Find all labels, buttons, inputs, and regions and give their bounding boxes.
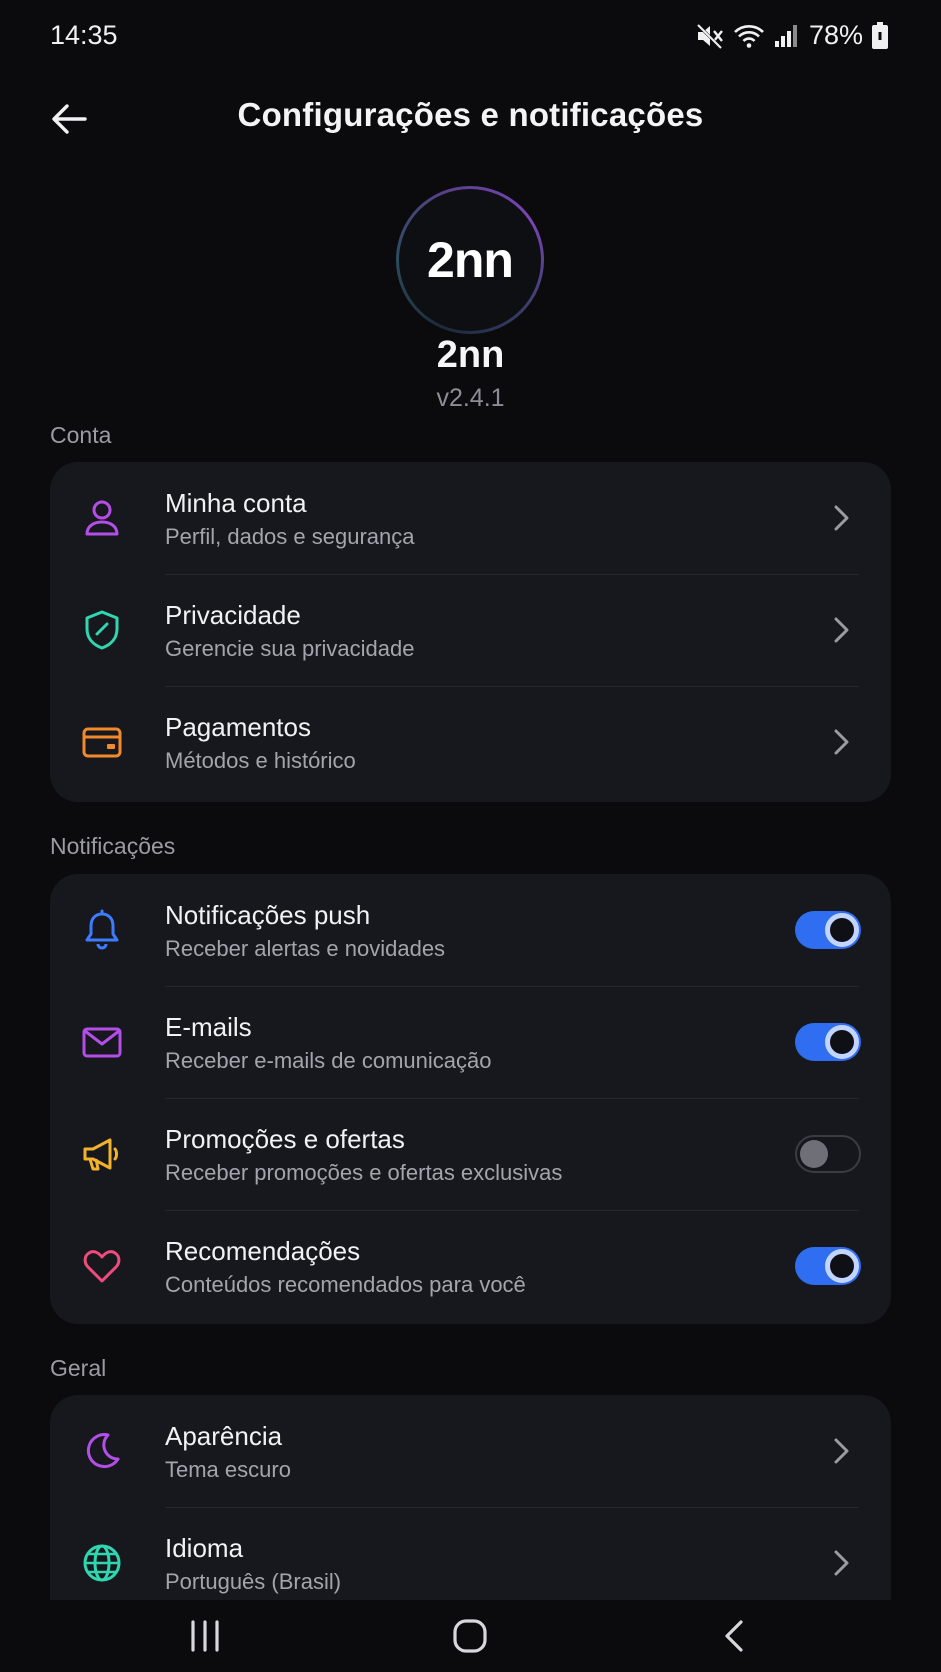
app-version: v2.4.1 [436, 384, 505, 412]
recent-apps-icon [191, 1620, 219, 1652]
mute-icon [695, 22, 725, 50]
settings-item-title: Aparência [165, 1421, 283, 1451]
notifications-card: Notificações push Receber alertas e novi… [50, 874, 891, 1324]
mail-icon [76, 1016, 128, 1068]
settings-item-subtitle: Perfil, dados e segurança [165, 524, 415, 549]
settings-item-subtitle: Receber alertas e novidades [165, 936, 446, 961]
general-card: Aparência Tema escuro Idioma Português (… [50, 1395, 891, 1600]
toggle-knob [800, 1140, 828, 1168]
app-name: 2nn [436, 334, 505, 376]
battery-icon [871, 21, 889, 50]
section-label-general: Geral [50, 1355, 107, 1381]
section-label-notifications: Notificações [50, 833, 176, 859]
signal-icon [773, 23, 801, 49]
back-icon [725, 1620, 743, 1652]
settings-item-subtitle: Métodos e histórico [165, 748, 356, 773]
settings-item-title: Privacidade [165, 600, 301, 630]
settings-item-title: Recomendações [165, 1236, 361, 1266]
account-card: Minha conta Perfil, dados e segurança Pr… [50, 462, 891, 802]
app-logo-text: 2nn [399, 189, 541, 331]
status-bar: 14:35 78% [0, 0, 941, 74]
settings-item-title: Pagamentos [165, 712, 311, 742]
recommendations-toggle[interactable] [795, 1247, 861, 1285]
toggle-knob [825, 1025, 859, 1059]
settings-item-appearance[interactable]: Aparência Tema escuro [50, 1395, 891, 1507]
settings-item-title: Promoções e ofertas [165, 1124, 405, 1154]
card-icon [76, 716, 128, 768]
user-icon [76, 492, 128, 544]
home-button[interactable] [440, 1614, 500, 1658]
bell-icon [76, 904, 128, 956]
page-title: Configurações e notificações [237, 96, 704, 133]
settings-item-recommendations[interactable]: Recomendações Conteúdos recomendados par… [50, 1210, 891, 1322]
promotions-toggle[interactable] [795, 1135, 861, 1173]
settings-item-title: Idioma [165, 1533, 244, 1563]
nav-back-button[interactable] [705, 1614, 765, 1658]
settings-item-subtitle: Receber promoções e ofertas exclusivas [165, 1160, 563, 1185]
chevron-right-icon [821, 1543, 861, 1583]
settings-item-subtitle: Receber e-mails de comunicação [165, 1048, 492, 1073]
toggle-knob [825, 913, 859, 947]
battery-percent: 78% [808, 20, 863, 50]
recent-apps-button[interactable] [175, 1614, 235, 1658]
settings-item-title: Minha conta [165, 488, 307, 518]
system-nav-bar [0, 1600, 941, 1672]
status-icons: 78% [695, 20, 889, 51]
settings-item-language[interactable]: Idioma Português (Brasil) [50, 1507, 891, 1600]
toggle-knob [825, 1249, 859, 1283]
heart-icon [76, 1240, 128, 1292]
settings-item-title: Notificações push [165, 900, 371, 930]
status-time: 14:35 [50, 20, 118, 50]
chevron-right-icon [821, 1431, 861, 1471]
push-notifications-toggle[interactable] [795, 911, 861, 949]
section-label-account: Conta [50, 422, 112, 448]
app-bar: Configurações e notificações [0, 76, 941, 160]
settings-item-subtitle: Português (Brasil) [165, 1569, 342, 1594]
moon-icon [76, 1425, 128, 1477]
app-logo: 2nn [396, 186, 544, 334]
settings-item-emails[interactable]: E-mails Receber e-mails de comunicação [50, 986, 891, 1098]
globe-icon [76, 1537, 128, 1589]
settings-item-subtitle: Conteúdos recomendados para você [165, 1272, 526, 1297]
chevron-right-icon [821, 498, 861, 538]
settings-item-my-account[interactable]: Minha conta Perfil, dados e segurança [50, 462, 891, 574]
settings-item-privacy[interactable]: Privacidade Gerencie sua privacidade [50, 574, 891, 686]
emails-toggle[interactable] [795, 1023, 861, 1061]
settings-item-push-notifications[interactable]: Notificações push Receber alertas e novi… [50, 874, 891, 986]
shield-icon [76, 604, 128, 656]
settings-item-promotions[interactable]: Promoções e ofertas Receber promoções e … [50, 1098, 891, 1210]
settings-item-payments[interactable]: Pagamentos Métodos e histórico [50, 686, 891, 798]
settings-item-subtitle: Gerencie sua privacidade [165, 636, 415, 661]
chevron-right-icon [821, 610, 861, 650]
wifi-icon [733, 23, 765, 49]
settings-item-subtitle: Tema escuro [165, 1457, 291, 1482]
chevron-right-icon [821, 722, 861, 762]
home-icon [453, 1619, 487, 1653]
megaphone-icon [76, 1128, 128, 1180]
settings-item-title: E-mails [165, 1012, 252, 1042]
